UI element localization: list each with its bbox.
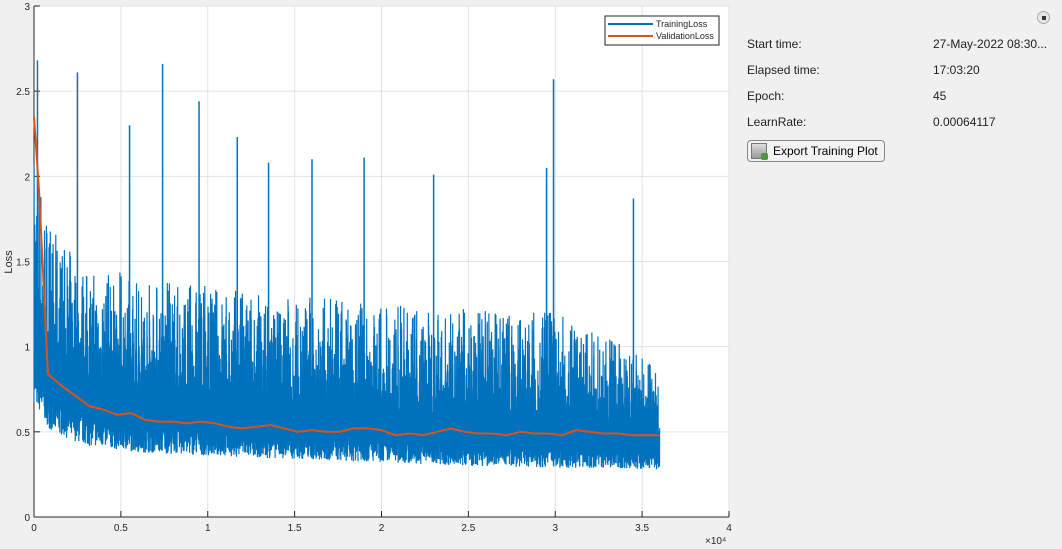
- y-tick-label: 2.5: [16, 87, 30, 98]
- x-tick-label: 0.5: [114, 523, 128, 534]
- x-tick-label: 3: [552, 523, 558, 534]
- export-plot-icon: [751, 143, 768, 160]
- elapsed-time-label: Elapsed time:: [747, 63, 820, 77]
- export-label: Export Training Plot: [773, 144, 878, 158]
- training-plot: 0 0.5 1 1.5 2 2.5 3 3.5 4 0 0.5 1 1.5 2 2.5 3 Loss ×10⁴ Tr…: [3, 2, 732, 547]
- start-time-value: 27-May-2022 08:30...: [933, 37, 1048, 51]
- x-tick-label: 1: [205, 523, 211, 534]
- learn-rate-label: LearnRate:: [747, 115, 807, 129]
- x-tick-label: 2: [379, 523, 385, 534]
- x-exponent-label: ×10⁴: [705, 536, 726, 547]
- x-tick-label: 4: [726, 523, 732, 534]
- elapsed-time-value: 17:03:20: [933, 63, 980, 77]
- y-axis-label: Loss: [3, 250, 15, 274]
- y-tick-label: 1.5: [16, 258, 30, 269]
- x-tick-label: 0: [31, 523, 37, 534]
- x-tick-label: 1.5: [288, 523, 302, 534]
- legend-label: ValidationLoss: [656, 31, 714, 41]
- learn-rate-value: 0.00064117: [933, 115, 996, 129]
- epoch-label: Epoch:: [747, 89, 785, 103]
- y-tick-label: 1: [24, 343, 30, 354]
- start-time-label: Start time:: [747, 37, 802, 51]
- stop-button[interactable]: [1037, 11, 1050, 24]
- legend-label: TrainingLoss: [656, 19, 708, 29]
- x-tick-label: 3.5: [635, 523, 649, 534]
- y-tick-label: 0: [24, 513, 30, 524]
- export-training-plot-button[interactable]: Export Training Plot: [747, 140, 885, 162]
- epoch-value: 45: [933, 89, 947, 103]
- y-tick-label: 2: [24, 172, 30, 183]
- y-tick-label: 3: [24, 2, 30, 13]
- y-tick-label: 0.5: [16, 428, 30, 439]
- x-tick-label: 2.5: [461, 523, 475, 534]
